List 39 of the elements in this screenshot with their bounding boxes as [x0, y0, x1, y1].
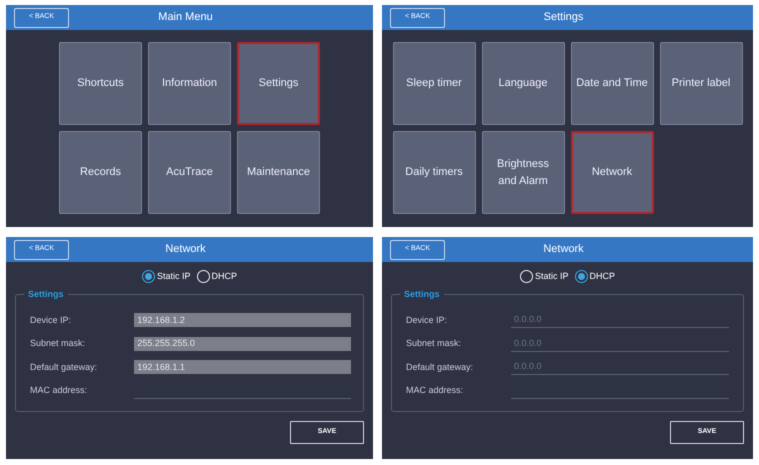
- radio-label[interactable]: Static IP: [534, 270, 568, 284]
- menu-tile[interactable]: Settings: [237, 42, 320, 125]
- menu-tile[interactable]: Records: [59, 131, 142, 214]
- radio-label[interactable]: Static IP: [156, 270, 190, 284]
- field-label: Default gateway:: [30, 360, 98, 374]
- field-label: MAC address:: [406, 384, 464, 397]
- field-label: Subnet mask:: [406, 337, 462, 350]
- input-field[interactable]: 255.255.255.0: [134, 336, 351, 351]
- screen-title: Network: [542, 242, 585, 258]
- group-title: Settings: [24, 288, 68, 301]
- menu-tile[interactable]: Sleep timer: [392, 42, 476, 125]
- screen-title: Settings: [542, 10, 584, 26]
- input-field[interactable]: 192.168.1.2: [134, 313, 351, 328]
- radio-label[interactable]: DHCP: [212, 270, 238, 284]
- menu-tile[interactable]: Date and Time: [570, 42, 654, 125]
- screen-title: Main Menu: [157, 10, 214, 26]
- field-label: MAC address:: [30, 384, 88, 397]
- input-field[interactable]: 0.0.0.0: [511, 359, 729, 376]
- group-title: Settings: [400, 288, 444, 301]
- radio-label[interactable]: DHCP: [590, 270, 616, 284]
- menu-tile[interactable]: Brightness and Alarm: [482, 131, 564, 214]
- menu-tile[interactable]: Daily timers: [392, 131, 476, 214]
- menu-tile[interactable]: Maintenance: [237, 131, 320, 214]
- input-field[interactable]: 192.168.1.1: [134, 360, 351, 374]
- radio-button[interactable]: [142, 270, 155, 284]
- radio-button[interactable]: [574, 270, 588, 284]
- menu-tile[interactable]: Language: [482, 42, 564, 125]
- menu-tile[interactable]: Network: [570, 131, 654, 214]
- menu-tile[interactable]: Printer label: [660, 42, 742, 125]
- menu-tile[interactable]: Shortcuts: [59, 42, 142, 125]
- field-label: Default gateway:: [406, 360, 474, 374]
- menu-tile[interactable]: AcuTrace: [148, 131, 231, 214]
- field-label: Subnet mask:: [30, 337, 86, 350]
- screen-title: Network: [164, 242, 207, 258]
- field-label: Device IP:: [30, 314, 72, 326]
- input-field[interactable]: 0.0.0.0: [511, 312, 729, 328]
- input-field[interactable]: 0.0.0.0: [511, 336, 729, 352]
- field-label: Device IP:: [406, 314, 448, 326]
- menu-tile[interactable]: Information: [148, 42, 231, 125]
